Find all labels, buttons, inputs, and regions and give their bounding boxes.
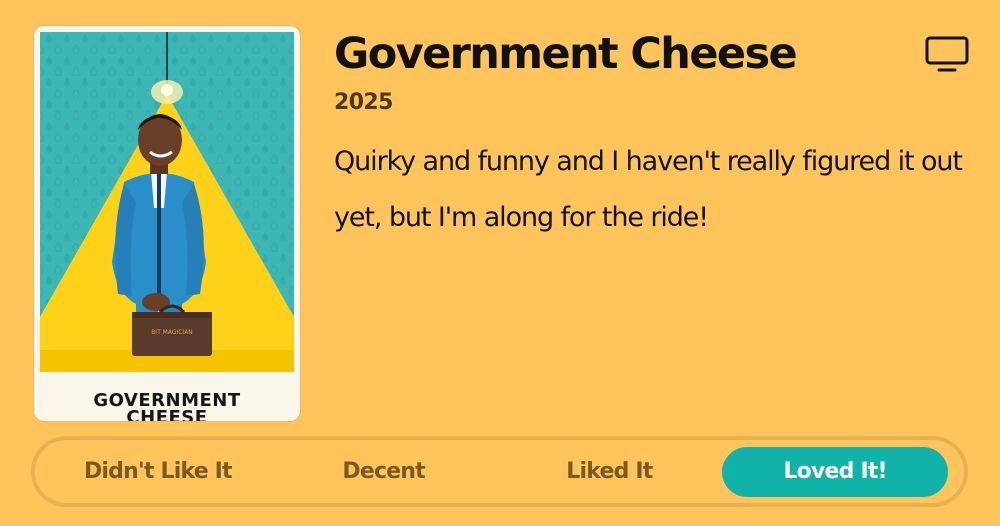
poster-title-line2: CHEESE [126, 407, 208, 422]
show-review: Quirky and funny and I haven't really fi… [334, 146, 963, 233]
tv-icon [925, 36, 969, 72]
show-title: Government Cheese [334, 29, 798, 79]
poster-title: GOVERNMENT CHEESE [34, 392, 300, 422]
rating-selector: Didn't Like It Decent Liked It Loved It! [31, 436, 968, 507]
rating-loved-it[interactable]: Loved It! [722, 446, 948, 497]
rating-liked-it[interactable]: Liked It [497, 447, 723, 497]
rating-decent[interactable]: Decent [271, 447, 497, 497]
show-poster: BIT MAGICIAN GOVERNMENT CHEESE [34, 26, 300, 421]
rating-didnt-like-it[interactable]: Didn't Like It [45, 447, 271, 497]
briefcase-label: BIT MAGICIAN [151, 329, 193, 336]
show-year: 2025 [334, 90, 393, 115]
poster-artwork: BIT MAGICIAN [40, 32, 294, 372]
